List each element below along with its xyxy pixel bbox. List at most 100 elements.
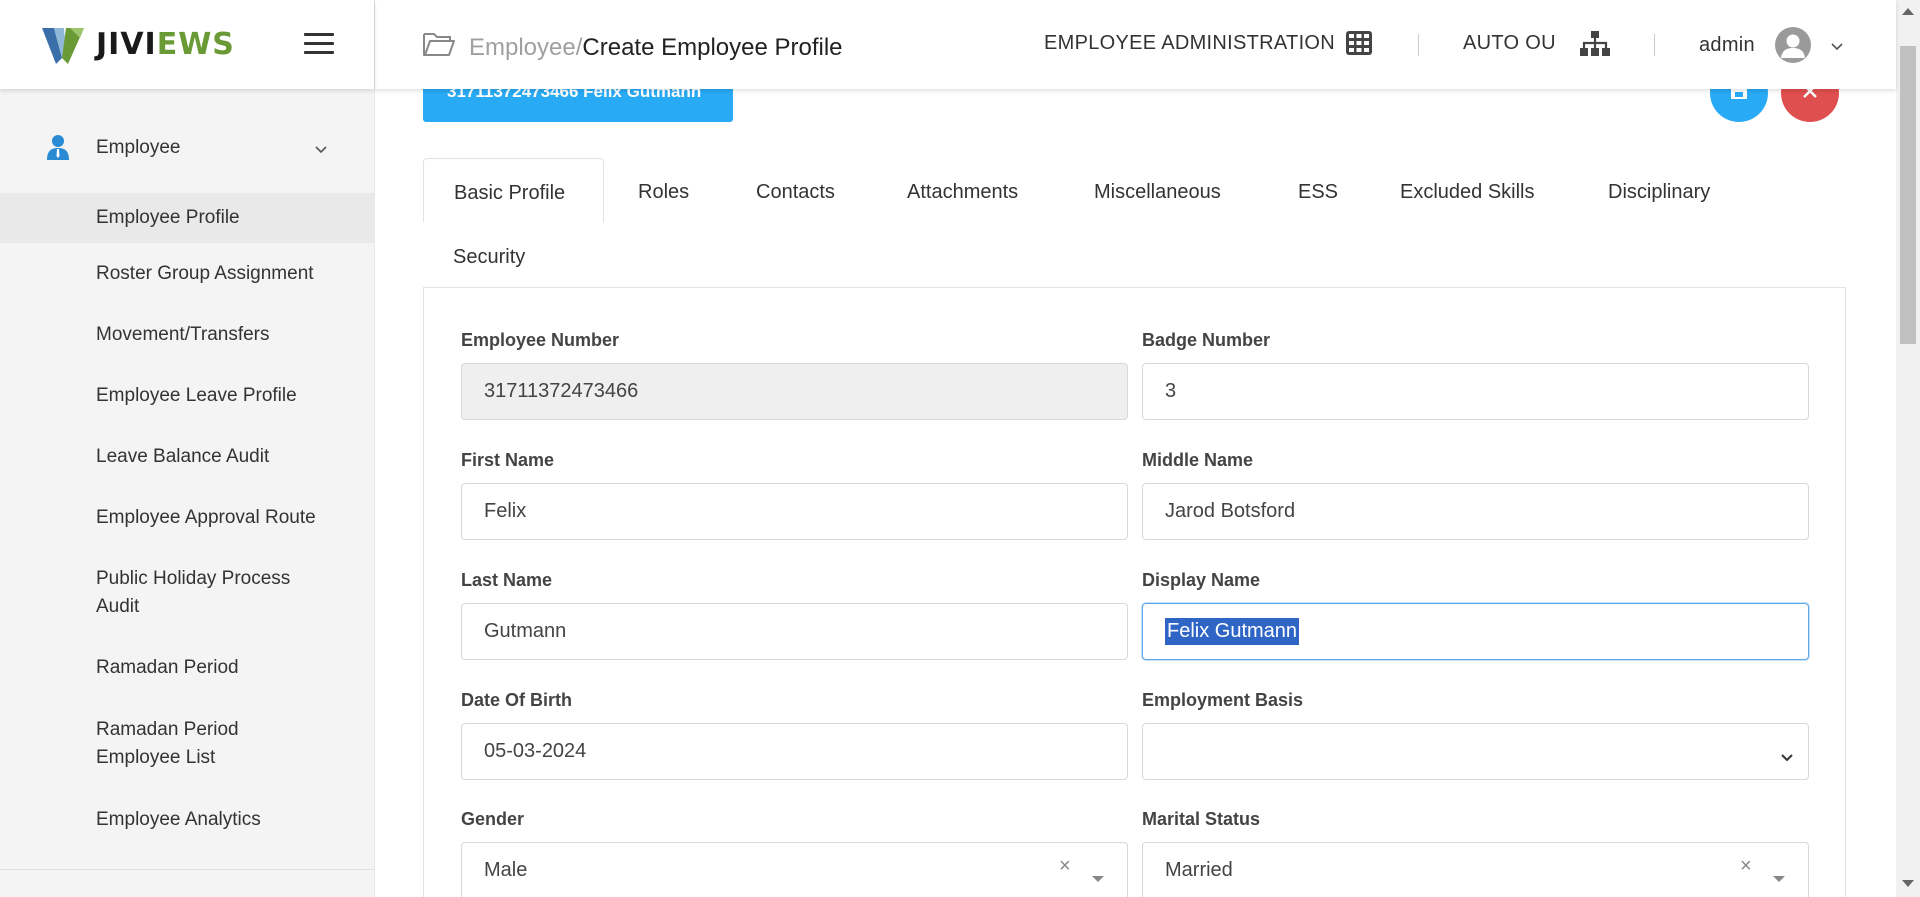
org-chart-icon[interactable] (1579, 30, 1611, 63)
org-unit-name[interactable]: AUTO OU (1463, 32, 1556, 55)
sidebar-item-label: Ramadan Period Employee List (96, 719, 239, 768)
page-title: Create Employee Profile (582, 33, 843, 61)
caret-down-icon (1773, 867, 1785, 890)
field-value: 3 (1165, 380, 1177, 402)
tab-miscellaneous[interactable]: Miscellaneous (1094, 181, 1221, 204)
field-value: Married (1165, 858, 1233, 881)
tab-label: Excluded Skills (1400, 181, 1535, 203)
clear-icon[interactable]: × (1740, 855, 1752, 878)
date-of-birth-label: Date Of Birth (461, 690, 573, 710)
field-value: Felix Gutmann (1165, 618, 1300, 645)
gender-select[interactable]: Male × (461, 842, 1128, 897)
sidebar-item-roster-group-assignment[interactable]: Roster Group Assignment (0, 243, 375, 304)
scroll-up-icon[interactable] (1902, 8, 1914, 15)
tab-security[interactable]: Security (453, 246, 525, 269)
breadcrumb-separator: / (575, 33, 583, 61)
module-name[interactable]: EMPLOYEE ADMINISTRATION (1044, 32, 1335, 55)
tab-basic-profile[interactable]: Basic Profile (423, 158, 604, 223)
clear-icon[interactable]: × (1059, 855, 1071, 878)
tab-contacts[interactable]: Contacts (756, 181, 835, 204)
avatar[interactable] (1775, 27, 1811, 63)
first-name-label: First Name (461, 450, 555, 470)
middle-name-field[interactable]: Jarod Botsford (1142, 483, 1809, 540)
field-value: Jarod Botsford (1165, 500, 1296, 522)
tab-label: Miscellaneous (1094, 181, 1221, 203)
sidebar-divider (0, 869, 375, 870)
sidebar-item-employee-leave-profile[interactable]: Employee Leave Profile (0, 365, 375, 426)
tab-label: Basic Profile (454, 182, 566, 204)
sidebar-item-label: Employee Approval Route (96, 506, 316, 528)
tab-label: Security (453, 246, 526, 268)
employee-number-label: Employee Number (461, 330, 620, 350)
sidebar-item-label: Public Holiday Process Audit (96, 568, 291, 617)
logo-text: JIVIEWS (96, 27, 235, 62)
gender-label: Gender (461, 809, 525, 829)
sidebar-item-label: Employee Profile (96, 207, 240, 228)
chevron-down-icon[interactable] (1830, 39, 1844, 57)
sidebar-item-label: Roster Group Assignment (96, 262, 314, 284)
sidebar-item-label: Ramadan Period (96, 657, 239, 678)
tab-excluded-skills[interactable]: Excluded Skills (1400, 181, 1535, 204)
chevron-down-icon (1780, 746, 1794, 769)
sidebar-group-employee[interactable]: Employee (0, 120, 375, 175)
employee-number-field[interactable]: 31711372473466 (461, 363, 1128, 420)
scroll-thumb[interactable] (1900, 46, 1916, 344)
logo-text-part2: EWS (156, 27, 235, 62)
breadcrumb: Employee / Create Employee Profile (423, 31, 843, 64)
logo-text-part1: JIVI (96, 27, 157, 62)
sidebar-item-leave-balance-audit[interactable]: Leave Balance Audit (0, 426, 375, 487)
badge-number-field[interactable]: 3 (1142, 363, 1809, 420)
chevron-down-icon (314, 142, 328, 160)
last-name-field[interactable]: Gutmann (461, 603, 1128, 660)
tab-label: Contacts (756, 181, 835, 203)
tab-roles[interactable]: Roles (638, 181, 689, 204)
grid-icon[interactable] (1345, 30, 1373, 61)
sidebar-item-ramadan-period[interactable]: Ramadan Period (0, 638, 375, 698)
tab-label: Disciplinary (1608, 181, 1711, 203)
sidebar-item-ramadan-period-employee-list[interactable]: Ramadan Period Employee List (0, 698, 375, 790)
marital-status-label: Marital Status (1142, 809, 1261, 829)
sidebar-item-employee-approval-route[interactable]: Employee Approval Route (0, 487, 375, 548)
caret-down-icon (1092, 867, 1104, 890)
divider (1418, 34, 1419, 56)
sidebar-header: JIVIEWS (0, 0, 374, 89)
sidebar-item-employee-analytics[interactable]: Employee Analytics (0, 790, 375, 850)
employment-basis-select[interactable] (1142, 723, 1809, 780)
sidebar-item-label: Movement/Transfers (96, 323, 270, 345)
middle-name-label: Middle Name (1142, 450, 1254, 470)
marital-status-select[interactable]: Married × (1142, 842, 1809, 897)
sidebar-item-label: Leave Balance Audit (96, 445, 270, 467)
folder-icon (423, 31, 455, 64)
sidebar-subnav: Employee Profile Roster Group Assignment… (0, 193, 375, 850)
date-of-birth-field[interactable]: 05-03-2024 (461, 723, 1128, 780)
field-value: Gutmann (484, 620, 567, 642)
display-name-field[interactable]: Felix Gutmann (1142, 603, 1809, 660)
menu-toggle-icon[interactable] (304, 33, 334, 55)
last-name-label: Last Name (461, 570, 553, 590)
tab-disciplinary[interactable]: Disciplinary (1608, 181, 1710, 204)
sidebar-item-label: Employee Analytics (96, 809, 261, 830)
tab-label: Attachments (907, 181, 1019, 203)
tab-ess[interactable]: ESS (1298, 181, 1338, 204)
page-scrollbar[interactable] (1896, 0, 1920, 897)
top-bar: Employee / Create Employee Profile EMPLOYE… (375, 0, 1896, 89)
scroll-down-icon[interactable] (1902, 880, 1914, 887)
logo-icon (40, 24, 86, 66)
sidebar-item-public-holiday-process-audit[interactable]: Public Holiday Process Audit (0, 548, 340, 638)
sidebar-item-employee-profile[interactable]: Employee Profile (0, 193, 375, 243)
first-name-field[interactable]: Felix (461, 483, 1128, 540)
breadcrumb-parent[interactable]: Employee (469, 34, 576, 62)
sidebar-item-movement-transfers[interactable]: Movement/Transfers (0, 304, 375, 365)
divider (1654, 34, 1655, 56)
tab-attachments[interactable]: Attachments (907, 181, 1018, 204)
tab-label: Roles (638, 181, 690, 203)
sidebar-group-label: Employee (96, 136, 181, 158)
app-logo[interactable]: JIVIEWS (40, 24, 235, 66)
field-value: 05-03-2024 (484, 740, 587, 762)
field-value: Felix (484, 500, 527, 522)
tab-label: ESS (1298, 181, 1339, 203)
user-name[interactable]: admin (1699, 34, 1755, 57)
field-value: Male (484, 858, 528, 881)
badge-number-label: Badge Number (1142, 330, 1271, 350)
display-name-label: Display Name (1142, 570, 1261, 590)
